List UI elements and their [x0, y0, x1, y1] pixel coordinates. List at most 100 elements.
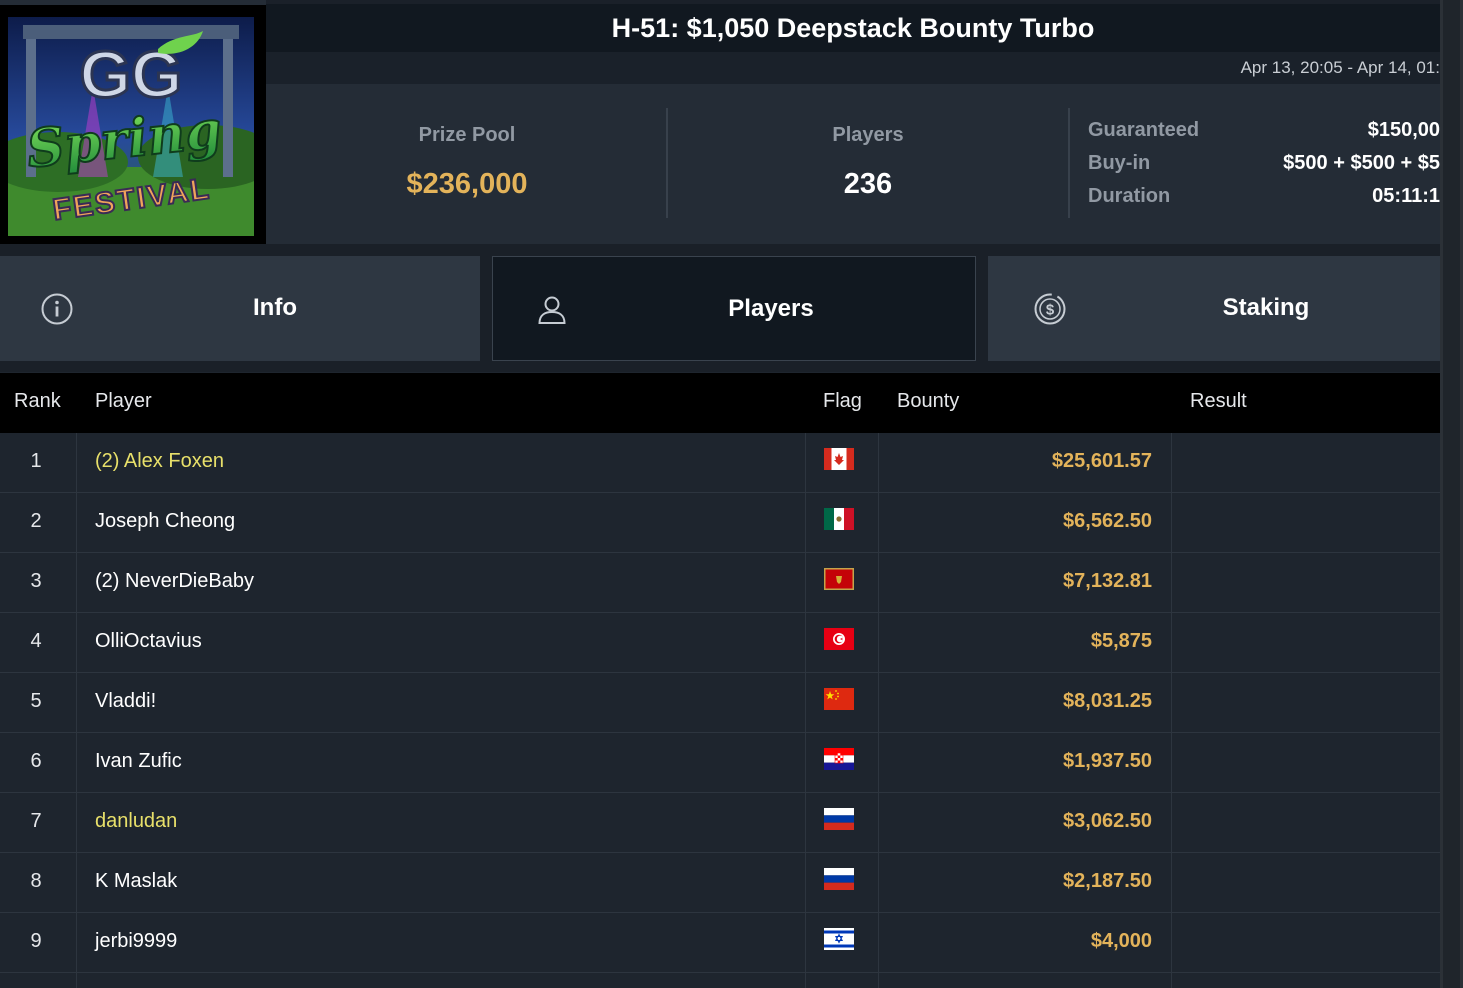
header-result[interactable]: Result [1190, 390, 1247, 413]
player-name[interactable]: (2) Alex Foxen [95, 450, 224, 473]
mexico-flag-icon [824, 508, 854, 530]
table-row[interactable]: 3(2) NeverDieBaby$7,132.81$19,497.13 [0, 553, 1440, 613]
guaranteed-value: $150,00 [1367, 119, 1440, 141]
column-divider [878, 493, 879, 553]
column-divider [76, 913, 77, 973]
player-name[interactable]: OlliOctavius [95, 630, 202, 653]
tunisia-flag-icon [824, 628, 854, 650]
buyin-label: Buy-in [1088, 152, 1151, 174]
table-row[interactable]: 1(2) Alex Foxen$25,601.57$41,677.40 [0, 433, 1440, 493]
tab-players[interactable]: Players [492, 256, 976, 361]
column-divider [1171, 433, 1172, 493]
column-divider [1171, 853, 1172, 913]
rank-cell: 5 [30, 690, 42, 712]
bounty-cell: $7,132.81 [1063, 570, 1152, 592]
column-divider [878, 913, 879, 973]
table-row[interactable]: 6Ivan Zufic$1,937.50$7,575.53 [0, 733, 1440, 793]
israel-flag-icon [824, 928, 854, 950]
table-row[interactable]: 4OlliOctavius$5,875$15,391.77 [0, 613, 1440, 673]
column-divider [1171, 553, 1172, 613]
logo-box: GG Spring FESTIVAL [0, 5, 266, 244]
buyin-value: $500 + $500 + $5 [1283, 152, 1440, 174]
tab-staking[interactable]: $ Staking [988, 256, 1440, 361]
montenegro-flag-icon [824, 568, 854, 590]
tab-info-label: Info [253, 294, 297, 321]
vertical-scrollbar[interactable] [1440, 0, 1463, 988]
bounty-cell: $6,562.50 [1063, 510, 1152, 532]
tab-info[interactable]: Info [0, 256, 480, 361]
tournament-dates: Apr 13, 20:05 - Apr 14, 01: [1240, 58, 1440, 77]
player-name[interactable]: Ivan Zufic [95, 750, 182, 773]
bounty-cell: $3,062.50 [1063, 810, 1152, 832]
rank-cell: 6 [30, 750, 42, 772]
bounty-cell: $4,000 [1090, 930, 1152, 952]
column-divider [76, 973, 77, 988]
column-divider [76, 673, 77, 733]
player-name[interactable]: K Maslak [95, 870, 177, 893]
column-divider [878, 613, 879, 673]
table-row[interactable]: 2Joseph Cheong$6,562.50$22,614.66 [0, 493, 1440, 553]
china-flag-icon [824, 688, 854, 710]
prize-pool-label: Prize Pool [418, 124, 516, 146]
column-divider [805, 553, 806, 613]
column-divider [878, 673, 879, 733]
title-bar: H-51: $1,050 Deepstack Bounty Turbo [266, 4, 1440, 52]
date-bar: Apr 13, 20:05 - Apr 14, 01: [266, 52, 1440, 84]
column-divider [878, 733, 879, 793]
player-name[interactable]: (2) NeverDieBaby [95, 570, 254, 593]
header-flag[interactable]: Flag [823, 390, 862, 413]
column-divider [878, 793, 879, 853]
column-divider [878, 553, 879, 613]
canada-flag-icon [824, 448, 854, 470]
table-row[interactable]: 8K Maslak$2,187.50$5,527.66 [0, 853, 1440, 913]
table-row[interactable] [0, 973, 1440, 988]
stat-divider [1068, 108, 1070, 218]
column-divider [805, 733, 806, 793]
column-divider [805, 913, 806, 973]
header-player[interactable]: Player [95, 390, 152, 413]
player-name[interactable]: jerbi9999 [95, 930, 177, 953]
column-divider [1171, 673, 1172, 733]
player-name[interactable]: Vladdi! [95, 690, 156, 713]
column-divider [878, 433, 879, 493]
column-divider [76, 733, 77, 793]
column-divider [805, 613, 806, 673]
column-divider [805, 433, 806, 493]
column-divider [76, 853, 77, 913]
tournament-header: H-51: $1,050 Deepstack Bounty Turbo Apr … [0, 0, 1440, 244]
column-divider [805, 973, 806, 988]
rank-cell: 8 [30, 870, 42, 892]
column-divider [878, 853, 879, 913]
players-label: Players [832, 124, 904, 146]
prize-pool-value: $236,000 [406, 168, 528, 200]
rank-cell: 1 [30, 450, 42, 472]
column-divider [1171, 793, 1172, 853]
header-bounty[interactable]: Bounty [897, 390, 959, 413]
scrollbar-thumb[interactable] [1443, 0, 1460, 988]
bounty-cell: $5,875 [1090, 630, 1152, 652]
tab-staking-label: Staking [1222, 294, 1310, 321]
russia-flag-icon [824, 808, 854, 830]
column-divider [76, 553, 77, 613]
column-divider [805, 673, 806, 733]
header-rank[interactable]: Rank [14, 390, 61, 413]
column-divider [76, 793, 77, 853]
bounty-cell: $8,031.25 [1063, 690, 1152, 712]
bounty-cell: $25,601.57 [1051, 450, 1152, 472]
column-divider [1171, 973, 1172, 988]
rank-cell: 4 [30, 630, 42, 652]
column-divider [805, 853, 806, 913]
player-name[interactable]: Joseph Cheong [95, 510, 235, 533]
player-name[interactable]: danludan [95, 810, 177, 833]
rank-cell: 2 [30, 510, 42, 532]
column-divider [76, 433, 77, 493]
column-divider [76, 613, 77, 673]
table-row[interactable]: 7danludan$3,062.50$7,402.07 [0, 793, 1440, 853]
table-row[interactable]: 9jerbi9999$4,000$6,570.90 [0, 913, 1440, 973]
players-count-value: 236 [843, 168, 893, 200]
table-row[interactable]: 5Vladdi!$8,031.25$15,356.27 [0, 673, 1440, 733]
rank-cell: 3 [30, 570, 42, 592]
bounty-cell: $1,937.50 [1063, 750, 1152, 772]
tournament-title: H-51: $1,050 Deepstack Bounty Turbo [611, 13, 1095, 43]
column-divider [878, 973, 879, 988]
